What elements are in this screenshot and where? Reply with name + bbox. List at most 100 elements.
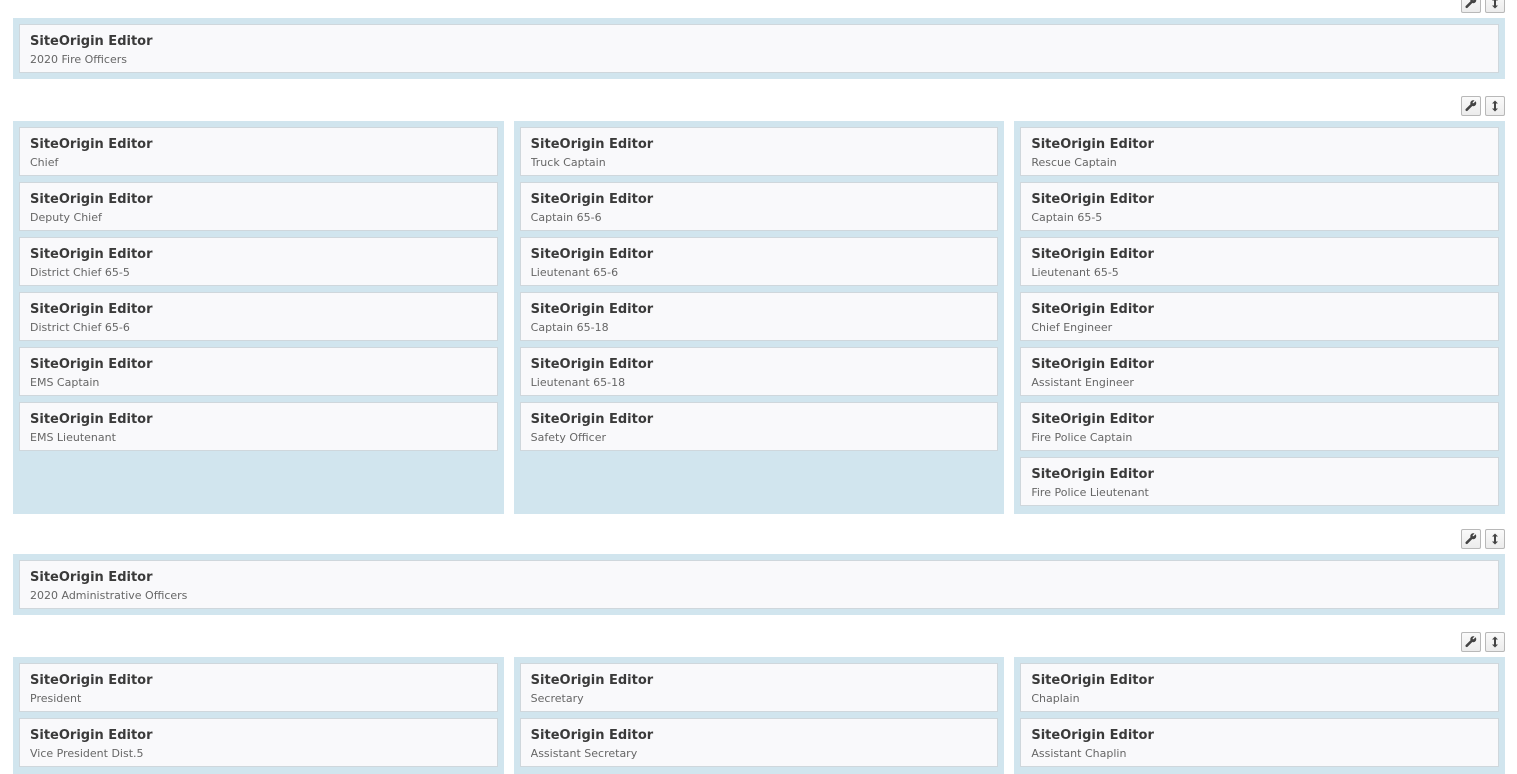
widget-description: Secretary <box>530 692 584 705</box>
row-move-button[interactable] <box>1485 96 1505 116</box>
widget[interactable]: SiteOrigin Editor Secretary <box>519 663 999 712</box>
widget-description: Chaplain <box>1031 692 1080 705</box>
widget-title: SiteOrigin Editor <box>1031 247 1154 262</box>
widget-description: 2020 Fire Officers <box>30 53 127 66</box>
widget[interactable]: SiteOrigin Editor Assistant Secretary <box>519 718 999 767</box>
widget-title: SiteOrigin Editor <box>1031 357 1154 372</box>
widget-title: SiteOrigin Editor <box>530 137 654 152</box>
widget-title: SiteOrigin Editor <box>30 34 153 49</box>
panel-cell: SiteOrigin Editor Chief SiteOrigin Edito… <box>13 121 504 514</box>
widget[interactable]: SiteOrigin Editor Chief Engineer <box>1020 292 1500 341</box>
panel-row: SiteOrigin Editor 2020 Administrative Of… <box>13 554 1505 615</box>
row-move-button[interactable] <box>1485 529 1505 549</box>
widget[interactable]: SiteOrigin Editor District Chief 65-5 <box>19 237 498 286</box>
panel-cell: SiteOrigin Editor 2020 Fire Officers <box>13 18 1505 79</box>
widget-title: SiteOrigin Editor <box>1031 192 1154 207</box>
widget-description: 2020 Administrative Officers <box>30 589 188 602</box>
row-controls <box>1461 529 1505 549</box>
panel-cell: SiteOrigin Editor Rescue Captain SiteOri… <box>1014 121 1506 514</box>
widget-title: SiteOrigin Editor <box>530 247 654 262</box>
row-controls <box>1461 632 1505 652</box>
widget-title: SiteOrigin Editor <box>30 192 153 207</box>
widget-title: SiteOrigin Editor <box>530 728 654 743</box>
widget-description: Safety Officer <box>530 431 606 444</box>
row-edit-button[interactable] <box>1461 0 1481 13</box>
widget-description: Assistant Secretary <box>530 747 638 760</box>
widget-description: President <box>30 692 82 705</box>
widget-description: Assistant Engineer <box>1031 376 1134 389</box>
widget[interactable]: SiteOrigin Editor Chaplain <box>1020 663 1500 712</box>
widget-title: SiteOrigin Editor <box>530 673 654 688</box>
widget-title: SiteOrigin Editor <box>1031 412 1154 427</box>
widget[interactable]: SiteOrigin Editor Lieutenant 65-5 <box>1020 237 1500 286</box>
row-edit-button[interactable] <box>1461 96 1481 116</box>
widget-description: Assistant Chaplin <box>1031 747 1127 760</box>
widget[interactable]: SiteOrigin Editor EMS Lieutenant <box>19 402 498 451</box>
widget[interactable]: SiteOrigin Editor Captain 65-5 <box>1020 182 1500 231</box>
widget[interactable]: SiteOrigin Editor Fire Police Lieutenant <box>1020 457 1500 506</box>
panel-row: SiteOrigin Editor President SiteOrigin E… <box>13 657 1506 774</box>
widget-description: Captain 65-5 <box>1031 211 1103 224</box>
widget-description: Fire Police Lieutenant <box>1031 486 1149 499</box>
widget[interactable]: SiteOrigin Editor Deputy Chief <box>19 182 498 231</box>
move-vertical-icon <box>1492 0 1498 9</box>
widget[interactable]: SiteOrigin Editor Fire Police Captain <box>1020 402 1500 451</box>
widget[interactable]: SiteOrigin Editor EMS Captain <box>19 347 498 396</box>
widget-title: SiteOrigin Editor <box>1031 137 1154 152</box>
row-edit-button[interactable] <box>1461 632 1481 652</box>
panel-cell: SiteOrigin Editor 2020 Administrative Of… <box>13 554 1505 615</box>
widget[interactable]: SiteOrigin Editor Lieutenant 65-18 <box>519 347 999 396</box>
widget-title: SiteOrigin Editor <box>30 137 153 152</box>
widget-description: Rescue Captain <box>1031 156 1117 169</box>
widget-description: Fire Police Captain <box>1031 431 1133 444</box>
widget-title: SiteOrigin Editor <box>30 412 153 427</box>
move-vertical-icon <box>1492 100 1498 112</box>
widget-title: SiteOrigin Editor <box>1031 673 1154 688</box>
widget-title: SiteOrigin Editor <box>30 570 153 585</box>
widget-title: SiteOrigin Editor <box>1031 467 1154 482</box>
widget[interactable]: SiteOrigin Editor Lieutenant 65-6 <box>519 237 999 286</box>
widget[interactable]: SiteOrigin Editor Vice President Dist.5 <box>19 718 498 767</box>
wrench-icon <box>1465 100 1477 112</box>
panel-cell: SiteOrigin Editor Secretary SiteOrigin E… <box>513 657 1005 774</box>
page-builder-canvas: SiteOrigin Editor 2020 Fire Officers Sit… <box>0 0 1517 774</box>
panel-cell: SiteOrigin Editor Truck Captain SiteOrig… <box>513 121 1005 514</box>
widget-description: Captain 65-6 <box>530 211 602 224</box>
widget-title: SiteOrigin Editor <box>30 357 153 372</box>
wrench-icon <box>1465 533 1477 545</box>
widget[interactable]: SiteOrigin Editor 2020 Fire Officers <box>19 24 1499 73</box>
widget-title: SiteOrigin Editor <box>1031 728 1154 743</box>
widget-description: Chief <box>30 156 59 169</box>
widget[interactable]: SiteOrigin Editor Assistant Chaplin <box>1020 718 1500 767</box>
row-move-button[interactable] <box>1485 632 1505 652</box>
panel-cell: SiteOrigin Editor Chaplain SiteOrigin Ed… <box>1014 657 1506 774</box>
widget[interactable]: SiteOrigin Editor 2020 Administrative Of… <box>19 560 1499 609</box>
widget-title: SiteOrigin Editor <box>30 302 153 317</box>
widget[interactable]: SiteOrigin Editor Captain 65-6 <box>519 182 999 231</box>
widget-description: EMS Captain <box>30 376 100 389</box>
move-vertical-icon <box>1492 636 1498 648</box>
widget-title: SiteOrigin Editor <box>30 247 153 262</box>
widget[interactable]: SiteOrigin Editor District Chief 65-6 <box>19 292 498 341</box>
row-move-button[interactable] <box>1485 0 1505 13</box>
widget[interactable]: SiteOrigin Editor Truck Captain <box>519 127 999 176</box>
panel-row: SiteOrigin Editor 2020 Fire Officers <box>13 18 1505 79</box>
widget[interactable]: SiteOrigin Editor Captain 65-18 <box>519 292 999 341</box>
widget[interactable]: SiteOrigin Editor President <box>19 663 498 712</box>
widget-title: SiteOrigin Editor <box>30 673 153 688</box>
widget-description: Lieutenant 65-18 <box>530 376 626 389</box>
move-vertical-icon <box>1492 533 1498 545</box>
widget[interactable]: SiteOrigin Editor Safety Officer <box>519 402 999 451</box>
widget-description: Deputy Chief <box>30 211 102 224</box>
widget-description: Lieutenant 65-5 <box>1031 266 1119 279</box>
widget-title: SiteOrigin Editor <box>530 412 654 427</box>
widget-description: District Chief 65-5 <box>30 266 130 279</box>
row-controls <box>1461 0 1505 13</box>
row-edit-button[interactable] <box>1461 529 1481 549</box>
widget-description: Truck Captain <box>530 156 606 169</box>
widget-description: Captain 65-18 <box>530 321 609 334</box>
widget[interactable]: SiteOrigin Editor Rescue Captain <box>1020 127 1500 176</box>
widget[interactable]: SiteOrigin Editor Chief <box>19 127 498 176</box>
widget-title: SiteOrigin Editor <box>530 192 654 207</box>
widget[interactable]: SiteOrigin Editor Assistant Engineer <box>1020 347 1500 396</box>
